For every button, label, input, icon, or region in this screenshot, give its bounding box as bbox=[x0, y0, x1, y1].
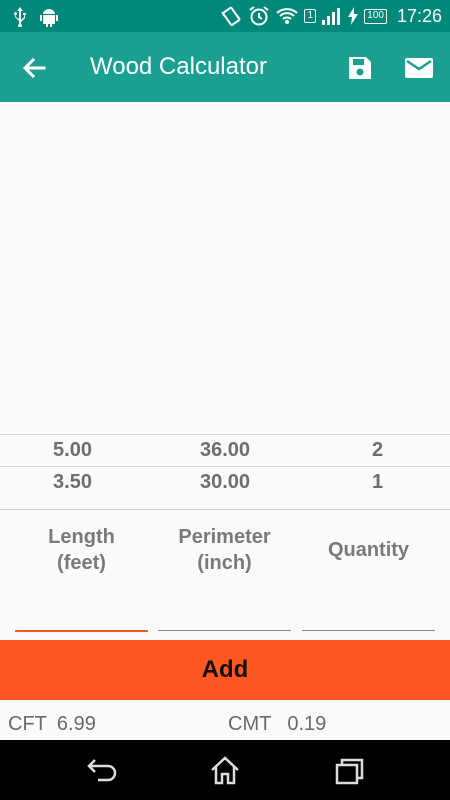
alarm-icon bbox=[249, 6, 269, 26]
perimeter-label: Perimeter (inch) bbox=[178, 526, 271, 574]
cft-value: 6.99 bbox=[56, 713, 96, 735]
mail-icon[interactable] bbox=[404, 56, 434, 80]
quantity-underline bbox=[302, 630, 435, 631]
table-row[interactable]: 5.00 36.00 2 bbox=[0, 434, 450, 466]
results-bar: CFT 6.99 CMT 0.19 bbox=[0, 700, 450, 740]
status-time: 17:26 bbox=[396, 6, 442, 26]
perimeter-cell: 30.00 bbox=[199, 471, 251, 493]
vibrate-icon bbox=[221, 6, 241, 26]
quantity-label: Quantity bbox=[327, 539, 410, 561]
battery-icon: 100 bbox=[364, 8, 387, 24]
sim-icon: 1 bbox=[304, 9, 317, 23]
quantity-input[interactable] bbox=[302, 598, 435, 628]
perimeter-cell: 36.00 bbox=[199, 439, 251, 461]
cmt-result: CMT 0.19 bbox=[228, 713, 326, 736]
entries-list: 5.00 36.00 2 3.50 30.00 1 bbox=[0, 102, 450, 509]
home-icon[interactable] bbox=[208, 754, 242, 788]
navigation-bar bbox=[0, 740, 450, 800]
quantity-cell: 1 bbox=[371, 471, 384, 493]
cft-label: CFT bbox=[8, 713, 47, 735]
add-button[interactable]: Add bbox=[0, 640, 450, 700]
status-bar: 1 100 17:26 bbox=[0, 0, 450, 32]
charging-icon bbox=[348, 7, 359, 25]
length-input[interactable] bbox=[15, 598, 148, 628]
table-row[interactable]: 3.50 30.00 1 bbox=[0, 466, 450, 498]
save-icon[interactable] bbox=[346, 54, 374, 82]
cft-result: CFT 6.99 bbox=[8, 713, 96, 736]
quantity-cell: 2 bbox=[371, 439, 384, 461]
cmt-label: CMT bbox=[228, 713, 272, 735]
input-panel: Length (feet) Perimeter (inch) Quantity bbox=[0, 509, 450, 640]
back-arrow-icon[interactable] bbox=[20, 54, 48, 82]
signal-icon bbox=[322, 8, 341, 25]
length-label: Length (feet) bbox=[48, 526, 115, 574]
perimeter-input[interactable] bbox=[158, 598, 291, 628]
length-cell: 3.50 bbox=[53, 471, 92, 493]
cmt-value: 0.19 bbox=[287, 713, 327, 735]
back-icon[interactable] bbox=[84, 754, 118, 788]
app-bar: Wood Calculator bbox=[0, 32, 450, 102]
wifi-icon bbox=[276, 8, 298, 24]
recents-icon[interactable] bbox=[332, 754, 366, 788]
length-underline bbox=[15, 630, 148, 632]
usb-icon bbox=[14, 7, 26, 27]
page-title: Wood Calculator bbox=[90, 53, 267, 80]
android-icon bbox=[40, 9, 58, 27]
perimeter-underline bbox=[158, 630, 291, 631]
length-cell: 5.00 bbox=[53, 439, 92, 461]
